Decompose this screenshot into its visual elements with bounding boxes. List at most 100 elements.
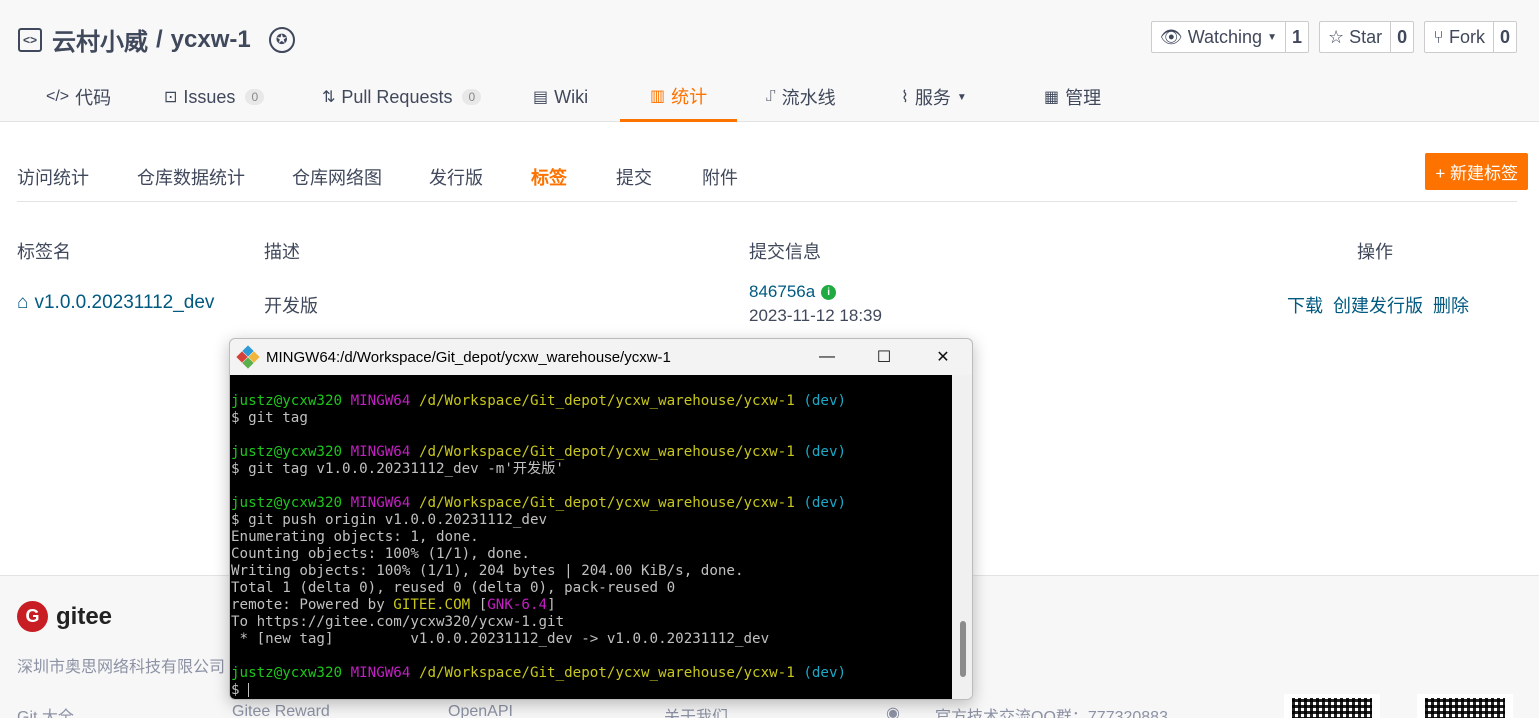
git-bash-icon xyxy=(236,345,260,369)
code-icon: </> xyxy=(46,88,70,105)
watch-button[interactable]: 👁 Watching ▼ 1 xyxy=(1150,21,1309,53)
pr-icon: ⇅ xyxy=(322,89,336,106)
tag-name[interactable]: v1.0.0.20231112_dev xyxy=(34,292,214,314)
header-operations: 操作 xyxy=(1357,242,1393,262)
gvp-badge-icon[interactable]: ✪ xyxy=(268,26,295,53)
stats-subtabs: 访问统计 仓库数据统计 仓库网络图 发行版 标签 提交 附件 xyxy=(17,152,1517,202)
subtab-network[interactable]: 仓库网络图 xyxy=(292,164,382,190)
watch-label: Watching xyxy=(1187,26,1263,47)
repo-name[interactable]: ycxw-1 xyxy=(171,26,251,54)
subtab-repo-data[interactable]: 仓库数据统计 xyxy=(137,164,245,190)
output-line: Counting objects: 100% (1/1), done. xyxy=(231,546,530,562)
prompt-line: justz@ycxw320 MINGW64 /d/Workspace/Git_d… xyxy=(231,665,847,681)
tab-stats[interactable]: ▥ 统计 xyxy=(620,72,738,122)
subtab-tags[interactable]: 标签 xyxy=(531,164,567,190)
subtab-releases[interactable]: 发行版 xyxy=(429,164,483,190)
fork-icon: ⑂ xyxy=(1433,26,1444,47)
output-line: remote: Powered by GITEE.COM [GNK-6.4] xyxy=(231,597,556,613)
prompt-line: justz@ycxw320 MINGW64 /d/Workspace/Git_d… xyxy=(231,444,847,460)
watch-count[interactable]: 1 xyxy=(1286,22,1308,52)
footer-link-about[interactable]: 关于我们 xyxy=(664,703,728,718)
output-line: Total 1 (delta 0), reused 0 (delta 0), p… xyxy=(231,580,676,596)
tab-services[interactable]: ⌇ 服务 ▼ xyxy=(901,72,967,122)
maximize-icon[interactable]: ☐ xyxy=(872,345,896,369)
new-tag-button[interactable]: + 新建标签 xyxy=(1425,153,1528,190)
subtab-visits[interactable]: 访问统计 xyxy=(17,164,89,190)
command-line: $ git tag xyxy=(231,410,308,426)
output-line: Enumerating objects: 1, done. xyxy=(231,529,479,545)
terminal-scrollbar[interactable] xyxy=(952,375,972,699)
tab-pull-requests[interactable]: ⇅ Pull Requests 0 xyxy=(322,72,482,122)
pipeline-icon: ⑀ xyxy=(766,88,776,105)
tag-description: 开发版 xyxy=(264,296,318,316)
subtab-attachments[interactable]: 附件 xyxy=(702,164,738,190)
tab-label: 管理 xyxy=(1065,88,1102,108)
footer-link-openapi[interactable]: OpenAPI xyxy=(448,703,513,718)
caret-down-icon: ▼ xyxy=(956,91,967,103)
scroll-thumb[interactable] xyxy=(960,621,966,677)
company-name: 深圳市奥思网络科技有限公司 xyxy=(17,659,226,676)
tag-name-link[interactable]: ⌂ v1.0.0.20231112_dev xyxy=(17,292,214,314)
delete-link[interactable]: 删除 xyxy=(1433,292,1469,318)
output-line: To https://gitee.com/ycxw320/ycxw-1.git xyxy=(231,614,565,630)
star-icon: ☆ xyxy=(1328,26,1345,47)
terminal-output[interactable]: justz@ycxw320 MINGW64 /d/Workspace/Git_d… xyxy=(230,375,952,699)
star-count[interactable]: 0 xyxy=(1391,22,1413,52)
create-release-link[interactable]: 创建发行版 xyxy=(1333,292,1423,318)
repo-owner[interactable]: 云村小威 xyxy=(52,22,148,57)
tab-label: Wiki xyxy=(554,86,589,107)
repo-title: <> 云村小威 / ycxw-1 ✪ xyxy=(18,22,295,57)
tab-label: 服务 xyxy=(914,88,951,108)
tab-label: 统计 xyxy=(671,86,708,107)
fork-label: Fork xyxy=(1448,26,1485,47)
commit-hash-link[interactable]: 846756a xyxy=(749,282,815,302)
pulse-icon: ⌇ xyxy=(901,89,909,106)
book-icon: ▤ xyxy=(533,89,549,106)
chart-icon: ▥ xyxy=(650,87,666,105)
fork-button[interactable]: ⑂ Fork 0 xyxy=(1424,21,1517,53)
eye-icon: 👁 xyxy=(1159,26,1183,47)
repo-tabs: </> 代码 ⊡ Issues 0 ⇅ Pull Requests 0 ▤ Wiki ▥ 统计… xyxy=(0,72,1539,122)
subtab-commits[interactable]: 提交 xyxy=(616,164,652,190)
tag-operations: 下载 创建发行版 删除 xyxy=(1287,292,1469,318)
tab-issues[interactable]: ⊡ Issues 0 xyxy=(164,72,265,122)
tab-wiki[interactable]: ▤ Wiki xyxy=(533,72,588,122)
footer-link-git[interactable]: Git 大全 xyxy=(17,703,74,718)
commit-time: 2023-11-12 18:39 xyxy=(749,306,882,325)
tab-label: 流水线 xyxy=(781,88,836,108)
header-commit-info: 提交信息 xyxy=(749,242,821,262)
download-link[interactable]: 下载 xyxy=(1287,292,1323,318)
repo-actions: 👁 Watching ▼ 1 ☆ Star 0 ⑂ Fork 0 xyxy=(1150,21,1517,53)
header-tag-name: 标签名 xyxy=(17,242,71,262)
fork-count[interactable]: 0 xyxy=(1494,22,1516,52)
star-button[interactable]: ☆ Star 0 xyxy=(1319,21,1415,53)
input-line: $ xyxy=(231,682,250,698)
qr-code-1 xyxy=(1284,694,1380,718)
qr-code-2 xyxy=(1417,694,1513,718)
repo-code-icon: <> xyxy=(18,27,42,52)
command-line: $ git push origin v1.0.0.20231112_dev xyxy=(231,512,548,528)
qq-group-text: 官方技术交流QQ群：777320883 xyxy=(935,709,1168,718)
tag-icon: ⌂ xyxy=(17,292,29,313)
tab-manage[interactable]: ▦ 管理 xyxy=(1044,72,1101,122)
minimize-icon[interactable]: — xyxy=(815,345,839,369)
issues-count: 0 xyxy=(245,89,265,105)
gitee-brand: gitee xyxy=(56,602,113,630)
verified-icon: i xyxy=(821,284,837,300)
output-line: * [new tag] v1.0.0.20231112_dev -> v1.0.… xyxy=(231,631,770,647)
terminal-titlebar[interactable]: MINGW64:/d/Workspace/Git_depot/ycxw_ware… xyxy=(230,339,972,375)
close-icon[interactable]: ✕ xyxy=(931,345,955,369)
star-label: Star xyxy=(1349,26,1383,47)
repo-separator: / xyxy=(156,25,163,53)
terminal-window[interactable]: MINGW64:/d/Workspace/Git_depot/ycxw_ware… xyxy=(229,338,973,700)
tab-code[interactable]: </> 代码 xyxy=(46,72,111,122)
text-cursor xyxy=(248,683,250,697)
tab-pipeline[interactable]: ⑀ 流水线 xyxy=(766,72,836,122)
caret-down-icon: ▼ xyxy=(1267,31,1277,43)
gitee-logo[interactable]: G gitee xyxy=(17,601,112,632)
tab-label: Issues xyxy=(183,86,236,107)
qq-icon: ◉ xyxy=(886,705,900,718)
command-line: $ git tag v1.0.0.20231112_dev -m'开发版' xyxy=(231,461,564,477)
footer-link-reward[interactable]: Gitee Reward xyxy=(232,703,330,718)
prompt-line: justz@ycxw320 MINGW64 /d/Workspace/Git_d… xyxy=(231,393,847,409)
